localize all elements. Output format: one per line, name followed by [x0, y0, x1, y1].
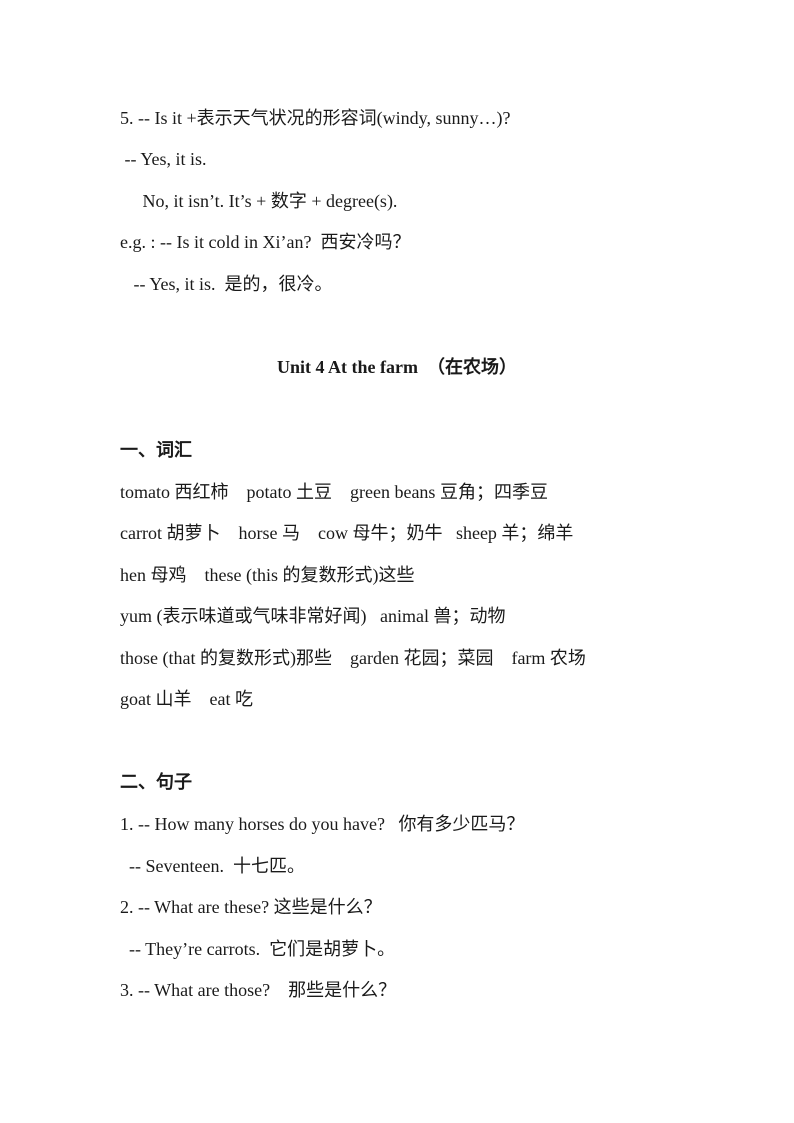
- vocabulary-line: tomato 西红柿 potato 土豆 green beans 豆角；四季豆: [120, 482, 548, 502]
- vocabulary-line: yum (表示味道或气味非常好闻) animal 兽；动物: [120, 606, 506, 626]
- vocabulary-line: hen 母鸡 these (this 的复数形式)这些: [120, 565, 415, 585]
- sentence-line: -- They’re carrots. 它们是胡萝卜。: [120, 939, 396, 959]
- sentence-line: -- Seventeen. 十七匹。: [120, 856, 305, 876]
- weather-answer-no: No, it isn’t. It’s + 数字 + degree(s).: [120, 191, 398, 211]
- vocabulary-line: carrot 胡萝卜 horse 马 cow 母牛；奶牛 sheep 羊；绵羊: [120, 523, 574, 543]
- vocabulary-heading: 一、词汇: [120, 440, 192, 460]
- unit-title: Unit 4 At the farm （在农场）: [277, 357, 517, 377]
- sentence-line: 1. -- How many horses do you have? 你有多少匹…: [120, 814, 525, 834]
- document-page: 5. -- Is it +表示天气状况的形容词(windy, sunny…)? …: [0, 0, 794, 1123]
- weather-example-answer: -- Yes, it is. 是的，很冷。: [120, 274, 333, 294]
- weather-question-item-5: 5. -- Is it +表示天气状况的形容词(windy, sunny…)?: [120, 108, 511, 128]
- vocabulary-line: those (that 的复数形式)那些 garden 花园；菜园 farm 农…: [120, 648, 586, 668]
- vocabulary-line: goat 山羊 eat 吃: [120, 689, 253, 709]
- weather-example-question: e.g. : -- Is it cold in Xi’an? 西安冷吗？: [120, 232, 411, 252]
- sentences-heading: 二、句子: [120, 772, 192, 792]
- sentence-line: 2. -- What are these? 这些是什么？: [120, 897, 382, 917]
- weather-answer-yes: -- Yes, it is.: [120, 149, 207, 169]
- sentence-line: 3. -- What are those? 那些是什么？: [120, 980, 397, 1000]
